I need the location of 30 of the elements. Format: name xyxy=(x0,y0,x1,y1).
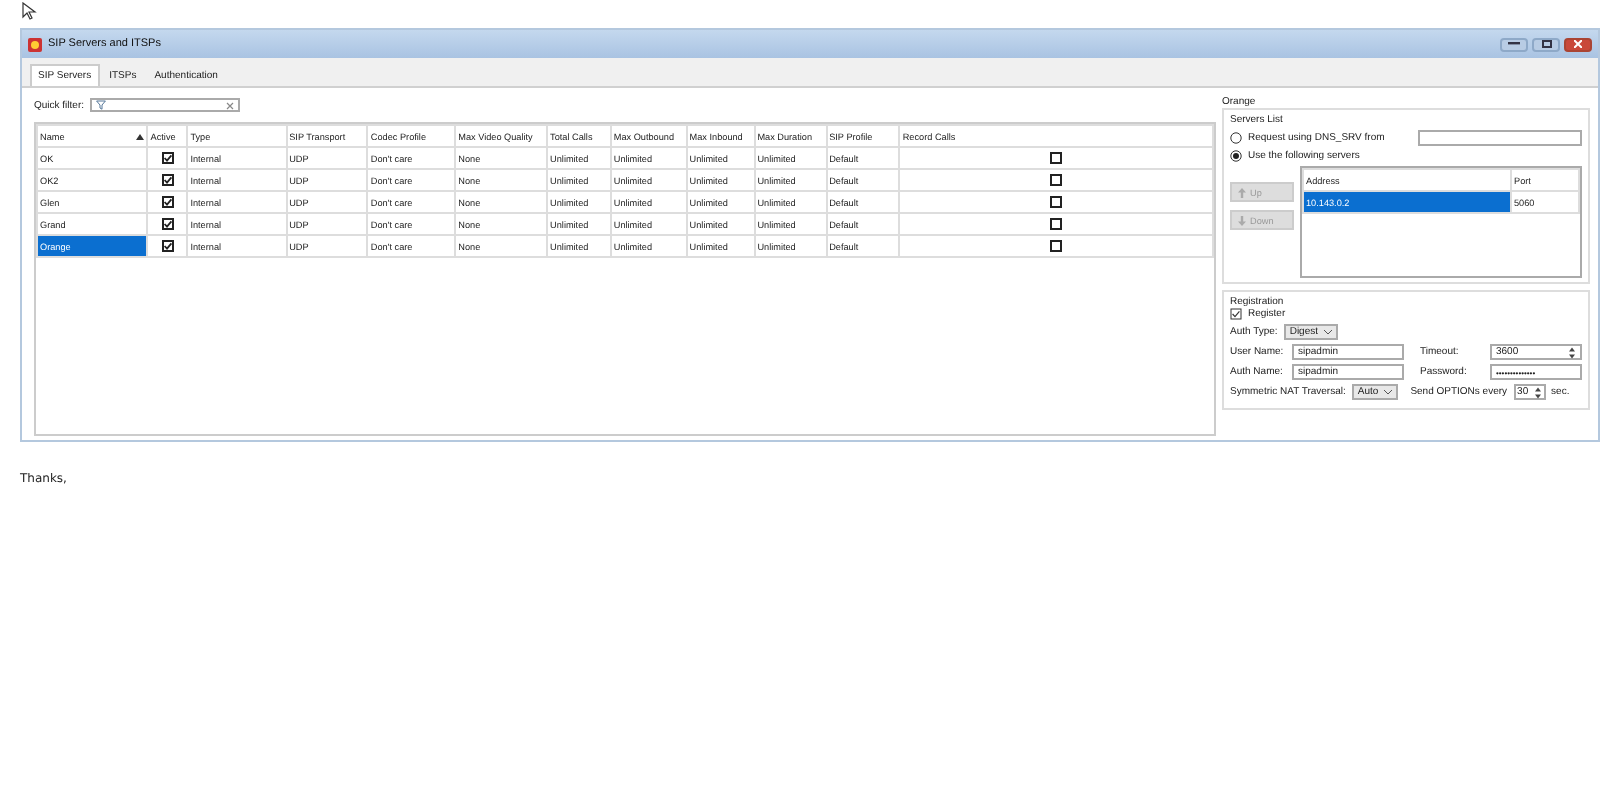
checkbox[interactable] xyxy=(161,218,174,230)
caret-icon xyxy=(1384,389,1393,395)
app-icon xyxy=(28,37,42,51)
arrow-icon xyxy=(1238,215,1246,225)
close-button[interactable] xyxy=(1564,37,1592,51)
checkbox[interactable] xyxy=(1050,196,1063,208)
clear-icon[interactable] xyxy=(226,101,235,109)
spinner-icon[interactable] xyxy=(1568,345,1576,359)
maximize-icon xyxy=(1541,40,1551,48)
filter-field[interactable] xyxy=(90,98,241,112)
arrow-icon xyxy=(1238,187,1246,197)
radio-button[interactable] xyxy=(1230,150,1242,162)
radio-button[interactable] xyxy=(1230,132,1242,144)
filter-icon xyxy=(96,100,107,110)
maximize-button[interactable] xyxy=(1532,37,1560,51)
checkbox[interactable] xyxy=(1050,152,1063,164)
checkbox[interactable] xyxy=(161,152,174,164)
minimize-icon xyxy=(1508,42,1520,46)
minimize-button[interactable] xyxy=(1500,37,1528,51)
caret-icon xyxy=(1324,329,1333,335)
dns-srv-field[interactable] xyxy=(1418,130,1582,146)
checkbox[interactable] xyxy=(161,196,174,208)
checkbox[interactable] xyxy=(1050,240,1063,252)
checkbox[interactable] xyxy=(161,240,174,252)
checkbox[interactable] xyxy=(161,174,174,186)
spinner-icon[interactable] xyxy=(1533,385,1542,399)
close-icon xyxy=(1574,40,1582,48)
checkbox[interactable] xyxy=(1230,308,1242,320)
checkbox[interactable] xyxy=(1050,218,1063,230)
checkbox[interactable] xyxy=(1050,174,1063,186)
